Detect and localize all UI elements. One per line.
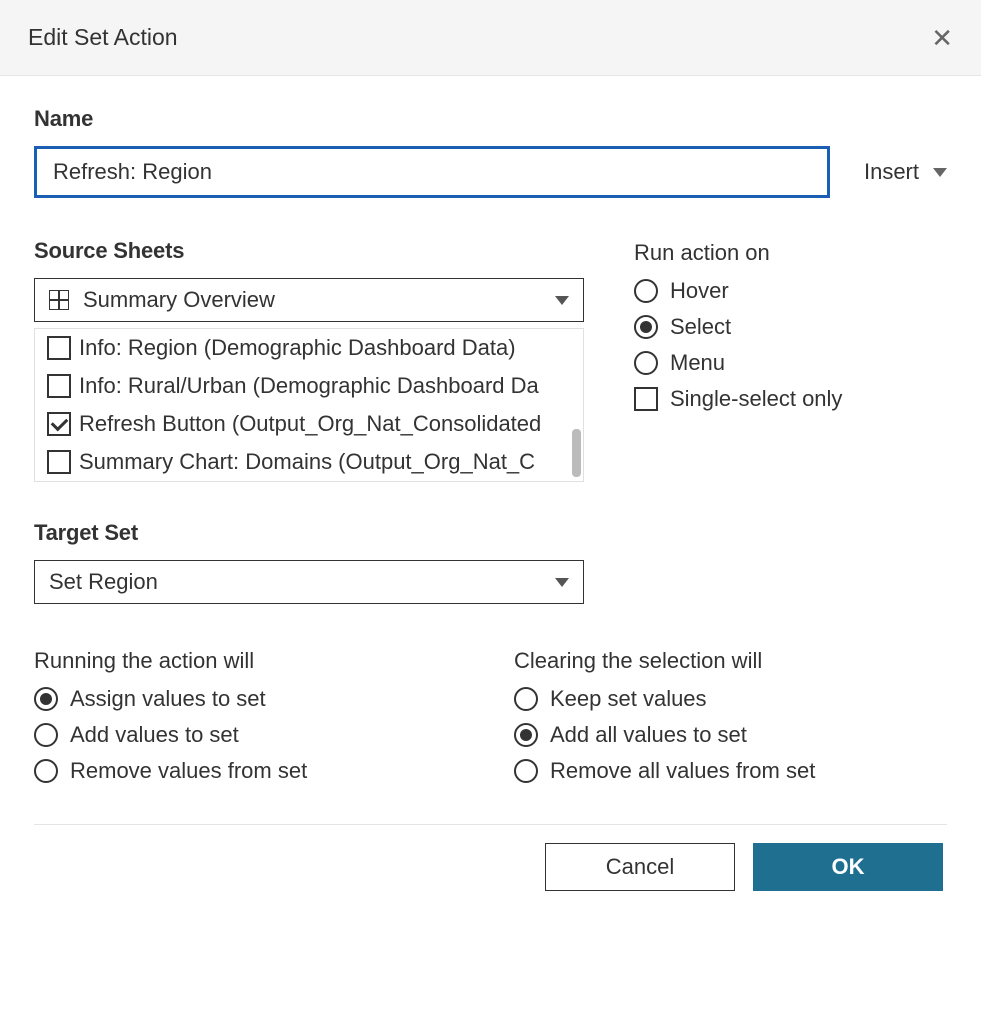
target-set-label: Target Set	[34, 520, 947, 546]
checkbox[interactable]	[47, 450, 71, 474]
option-label: Hover	[670, 278, 729, 304]
insert-label: Insert	[864, 159, 919, 185]
option-label: Keep set values	[550, 686, 707, 712]
source-sheets-select[interactable]: Summary Overview	[34, 278, 584, 322]
name-row: Insert	[34, 146, 947, 198]
list-item[interactable]: Info: Rural/Urban (Demographic Dashboard…	[35, 367, 583, 405]
chevron-down-icon	[933, 168, 947, 177]
source-sheets-list[interactable]: Info: Region (Demographic Dashboard Data…	[34, 328, 584, 482]
option-label: Single-select only	[670, 386, 842, 412]
radio[interactable]	[514, 759, 538, 783]
radio[interactable]	[634, 279, 658, 303]
option-label: Remove all values from set	[550, 758, 815, 784]
run-on-hover[interactable]: Hover	[634, 278, 947, 304]
close-icon[interactable]: ✕	[931, 25, 953, 51]
cancel-button[interactable]: Cancel	[545, 843, 735, 891]
radio[interactable]	[514, 723, 538, 747]
source-sheets-selected: Summary Overview	[83, 287, 275, 313]
radio[interactable]	[34, 687, 58, 711]
radio[interactable]	[34, 759, 58, 783]
single-select-only[interactable]: Single-select only	[634, 386, 947, 412]
list-item[interactable]: Refresh Button (Output_Org_Nat_Consolida…	[35, 405, 583, 443]
option-label: Select	[670, 314, 731, 340]
clearing-remove-all[interactable]: Remove all values from set	[514, 758, 934, 784]
dialog-header: Edit Set Action ✕	[0, 0, 981, 76]
option-label: Add all values to set	[550, 722, 747, 748]
clearing-keep[interactable]: Keep set values	[514, 686, 934, 712]
radio[interactable]	[34, 723, 58, 747]
list-item[interactable]: Summary Chart: Domains (Output_Org_Nat_C	[35, 443, 583, 481]
list-item-label: Refresh Button (Output_Org_Nat_Consolida…	[79, 411, 541, 437]
checkbox[interactable]	[47, 374, 71, 398]
ok-button[interactable]: OK	[753, 843, 943, 891]
list-item[interactable]: Info: Region (Demographic Dashboard Data…	[35, 329, 583, 367]
clearing-label: Clearing the selection will	[514, 648, 934, 674]
clearing-add-all[interactable]: Add all values to set	[514, 722, 934, 748]
option-label: Menu	[670, 350, 725, 376]
list-item-label: Info: Rural/Urban (Demographic Dashboard…	[79, 373, 539, 399]
running-add[interactable]: Add values to set	[34, 722, 454, 748]
dialog-content: Name Insert Source Sheets Summary Overvi…	[0, 76, 981, 911]
scrollbar-thumb[interactable]	[572, 429, 581, 477]
run-on-menu[interactable]: Menu	[634, 350, 947, 376]
checkbox[interactable]	[47, 412, 71, 436]
option-label: Assign values to set	[70, 686, 266, 712]
running-assign[interactable]: Assign values to set	[34, 686, 454, 712]
option-label: Add values to set	[70, 722, 239, 748]
source-sheets-label: Source Sheets	[34, 238, 584, 264]
option-label: Remove values from set	[70, 758, 307, 784]
checkbox[interactable]	[634, 387, 658, 411]
target-set-selected: Set Region	[49, 569, 158, 595]
dashboard-icon	[49, 290, 69, 310]
checkbox[interactable]	[47, 336, 71, 360]
radio[interactable]	[634, 315, 658, 339]
list-item-label: Info: Region (Demographic Dashboard Data…	[79, 335, 516, 361]
name-input[interactable]	[34, 146, 830, 198]
chevron-down-icon	[555, 296, 569, 305]
divider	[34, 824, 947, 825]
list-item-label: Summary Chart: Domains (Output_Org_Nat_C	[79, 449, 535, 475]
run-action-on-label: Run action on	[634, 240, 947, 266]
radio[interactable]	[634, 351, 658, 375]
dialog-title: Edit Set Action	[28, 24, 178, 51]
running-remove[interactable]: Remove values from set	[34, 758, 454, 784]
run-on-select[interactable]: Select	[634, 314, 947, 340]
target-set-select[interactable]: Set Region	[34, 560, 584, 604]
radio[interactable]	[514, 687, 538, 711]
insert-dropdown[interactable]: Insert	[864, 159, 947, 185]
running-label: Running the action will	[34, 648, 454, 674]
chevron-down-icon	[555, 578, 569, 587]
name-label: Name	[34, 106, 947, 132]
dialog-footer: Cancel OK	[34, 843, 947, 891]
